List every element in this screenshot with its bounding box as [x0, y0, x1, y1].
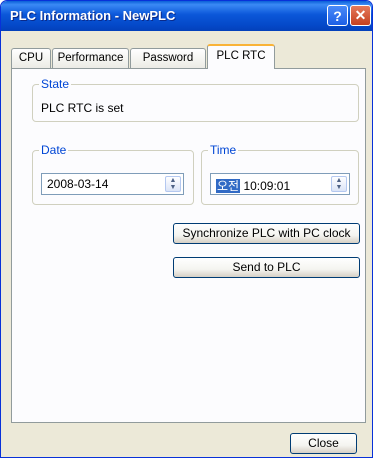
close-icon: ✕	[354, 7, 367, 23]
window-close-button[interactable]: ✕	[350, 5, 371, 26]
spin-up-icon: ▲	[335, 177, 343, 184]
time-group: Time 오전 10:09:01 ▲ ▼	[201, 143, 359, 205]
tab-performance[interactable]: Performance	[52, 48, 129, 68]
tab-cpu[interactable]: CPU	[11, 48, 51, 68]
tab-plc-rtc[interactable]: PLC RTC	[207, 44, 275, 69]
time-value: 10:09:01	[243, 179, 291, 193]
spin-down-icon: ▼	[335, 184, 343, 191]
title-bar[interactable]: PLC Information - NewPLC ? ✕	[1, 1, 372, 31]
help-icon: ?	[333, 7, 342, 24]
tab-password[interactable]: Password	[130, 48, 206, 68]
help-button[interactable]: ?	[327, 5, 348, 26]
spin-down-icon: ▼	[169, 184, 177, 191]
date-picker[interactable]: 2008-03-14 ▲ ▼	[41, 173, 184, 195]
date-group: Date 2008-03-14 ▲ ▼	[32, 143, 194, 205]
time-spin-buttons[interactable]: ▲ ▼	[331, 176, 347, 192]
tab-panel-plc-rtc: State PLC RTC is set Date 2008-03-14 ▲ ▼ …	[11, 68, 366, 423]
state-group: State PLC RTC is set	[32, 77, 359, 122]
time-picker[interactable]: 오전 10:09:01 ▲ ▼	[210, 173, 350, 195]
date-spin-buttons[interactable]: ▲ ▼	[165, 176, 181, 192]
tab-strip: CPU Performance Password PLC RTC	[11, 44, 367, 69]
close-button[interactable]: Close	[290, 433, 357, 454]
state-legend: State	[41, 77, 70, 91]
date-value: 2008-03-14	[47, 177, 109, 191]
state-text: PLC RTC is set	[41, 101, 124, 115]
spin-up-icon: ▲	[169, 177, 177, 184]
date-legend: Date	[41, 143, 67, 157]
plc-information-window: PLC Information - NewPLC ? ✕ CPU Perform…	[0, 0, 373, 458]
time-legend: Time	[210, 143, 237, 157]
send-to-plc-button[interactable]: Send to PLC	[173, 257, 360, 278]
synchronize-button[interactable]: Synchronize PLC with PC clock	[173, 223, 360, 244]
time-ampm[interactable]: 오전	[216, 179, 241, 193]
window-title: PLC Information - NewPLC	[10, 8, 176, 23]
